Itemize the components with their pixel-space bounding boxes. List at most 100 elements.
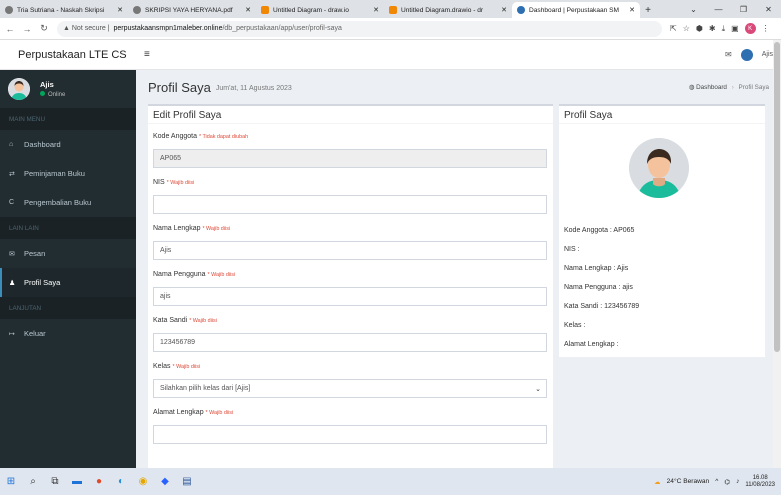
forward-icon[interactable]: →	[20, 24, 34, 34]
mail-icon[interactable]: ✉	[725, 50, 732, 59]
breadcrumb-link[interactable]: Dashboard	[696, 84, 727, 91]
close-icon[interactable]: ✕	[117, 6, 123, 14]
nis-field[interactable]	[153, 195, 547, 214]
user-avatar-icon[interactable]	[740, 48, 753, 61]
address-bar-row: ← → ↻ ▲ Not secure | perpustakaansmpn1ma…	[0, 18, 781, 40]
network-icon[interactable]: ⌬	[724, 478, 730, 486]
sidebar-item-peminjaman[interactable]: ⇄ Peminjaman Buku	[0, 159, 136, 188]
user-name: Ajis	[40, 80, 54, 89]
chevron-down-icon: ⌄	[535, 385, 541, 393]
profile-line: Kode Anggota : AP065	[564, 227, 635, 234]
window-controls: ⌄ — ❐ ✕	[681, 0, 781, 18]
browser-tab[interactable]: SKRIPSI YAYA HERYANA.pdf ✕	[128, 2, 256, 18]
sidebar-item-pesan[interactable]: ✉ Pesan	[0, 239, 136, 268]
avatar	[8, 78, 30, 100]
form-group-kelas: Kelas * Wajib diisi Silahkan pilih kelas…	[153, 363, 547, 398]
sidebar-item-keluar[interactable]: ↦ Keluar	[0, 319, 136, 348]
top-navbar: ≡ ✉ Ajis	[136, 40, 781, 70]
profile-line: Alamat Lengkap :	[564, 341, 619, 348]
profile-avatar	[629, 138, 689, 198]
word-icon[interactable]: ▤	[176, 468, 198, 495]
kelas-select[interactable]: Silahkan pilih kelas dari [Ajis] ⌄	[153, 379, 547, 398]
menu-dots-icon[interactable]: ⋮	[762, 24, 770, 33]
sidebar: Perpustakaan LTE CS Ajis Online MAIN MEN…	[0, 40, 136, 468]
box-title: Profil Saya	[559, 106, 765, 124]
online-dot-icon	[40, 91, 45, 96]
envelope-icon: ✉	[9, 250, 15, 258]
clock[interactable]: 16.08 11/08/2023	[745, 475, 775, 489]
sidepanel-icon[interactable]: ▣	[731, 24, 739, 33]
page-scrollbar[interactable]	[773, 40, 781, 468]
back-icon[interactable]: ←	[3, 24, 17, 34]
tab-favicon-icon	[133, 6, 141, 14]
browser-app-icon[interactable]: ●	[88, 468, 110, 495]
browser-tab-active[interactable]: Dashboard | Perpustakaan SM ✕	[512, 2, 640, 18]
volume-icon[interactable]: ♪	[736, 478, 739, 485]
sidebar-item-profil[interactable]: ♟ Profil Saya	[0, 268, 136, 297]
browser-tab-strip: Tria Sutriana - Naskah Skripsi ✕ SKRIPSI …	[0, 0, 781, 18]
sidebar-toggle-icon[interactable]: ≡	[144, 49, 150, 60]
close-icon[interactable]: ✕	[501, 6, 507, 14]
puzzle-icon[interactable]: ✱	[709, 24, 716, 33]
return-icon: C	[9, 199, 15, 206]
share-icon[interactable]: ⇱	[670, 24, 677, 33]
profile-line: Kata Sandi : 123456789	[564, 303, 640, 310]
browser-tab[interactable]: Tria Sutriana - Naskah Skripsi ✕	[0, 2, 128, 18]
nama-lengkap-field[interactable]: Ajis	[153, 241, 547, 260]
user-panel: Ajis Online	[0, 70, 136, 108]
task-view-icon[interactable]: ⧉	[44, 468, 66, 495]
edge-icon[interactable]: ◐	[110, 468, 132, 495]
star-icon[interactable]: ☆	[683, 24, 690, 33]
close-icon[interactable]: ✕	[629, 6, 635, 14]
scrollbar-thumb[interactable]	[774, 42, 780, 352]
not-secure-label: ▲ Not secure |	[63, 25, 110, 32]
tray-chevron-icon[interactable]: ^	[715, 478, 718, 485]
sidebar-item-pengembalian[interactable]: C Pengembalian Buku	[0, 188, 136, 217]
app-icon[interactable]: ◆	[154, 468, 176, 495]
browser-tab[interactable]: Untitled Diagram.drawio - dr ✕	[384, 2, 512, 18]
search-icon[interactable]: ⌕	[22, 468, 44, 495]
field-label: Nama Lengkap * Wajib diisi	[153, 225, 231, 232]
widgets-icon[interactable]: ▬	[66, 468, 88, 495]
close-icon[interactable]: ✕	[373, 6, 379, 14]
close-window-button[interactable]: ✕	[756, 5, 781, 14]
home-icon: ⌂	[9, 141, 14, 148]
sidebar-item-dashboard[interactable]: ⌂ Dashboard	[0, 130, 136, 159]
breadcrumb-current: Profil Saya	[738, 83, 769, 91]
download-icon[interactable]: ⤓	[722, 24, 726, 34]
app-logo[interactable]: Perpustakaan LTE CS	[0, 40, 136, 70]
url-path: /db_perpustakaan/app/user/profil-saya	[222, 25, 342, 32]
weather-icon: ☁	[654, 478, 661, 486]
user-status: Online	[40, 91, 65, 98]
form-group-nama: Nama Lengkap * Wajib diisi Ajis	[153, 225, 547, 260]
url-field[interactable]: ▲ Not secure | perpustakaansmpn1maleber.…	[57, 20, 662, 37]
breadcrumb-separator: ›	[731, 83, 734, 91]
menu-header-lain: LAIN LAIN	[0, 217, 136, 239]
form-group-sandi: Kata Sandi * Wajib diisi 123456789	[153, 317, 547, 352]
chevron-down-icon[interactable]: ⌄	[681, 5, 706, 14]
chrome-icon[interactable]: ◉	[132, 468, 154, 495]
reload-icon[interactable]: ↻	[37, 23, 51, 34]
page-title: Profil Saya	[148, 79, 211, 95]
form-group-pengguna: Nama Pengguna * Wajib diisi ajis	[153, 271, 547, 306]
weather-text[interactable]: 24°C Berawan	[667, 478, 710, 485]
tab-favicon-icon	[389, 6, 397, 14]
shield-icon[interactable]: ⬢	[696, 24, 703, 33]
new-tab-button[interactable]: +	[640, 2, 656, 18]
tab-favicon-icon	[517, 6, 525, 14]
close-icon[interactable]: ✕	[245, 6, 251, 14]
windows-start-icon[interactable]: ⊞	[0, 468, 22, 495]
edit-profile-box: Edit Profil Saya Kode Anggota * Tidak da…	[148, 104, 553, 468]
kata-sandi-field[interactable]: 123456789	[153, 333, 547, 352]
browser-tab[interactable]: Untitled Diagram - draw.io ✕	[256, 2, 384, 18]
form-group-alamat: Alamat Lengkap * Wajib diisi	[153, 409, 547, 444]
topbar-user-name[interactable]: Ajis	[762, 51, 773, 58]
field-label: Nama Pengguna * Wajib diisi	[153, 271, 236, 278]
profile-avatar-icon[interactable]: K	[744, 23, 756, 34]
alamat-field[interactable]	[153, 425, 547, 444]
nama-pengguna-field[interactable]: ajis	[153, 287, 547, 306]
minimize-button[interactable]: —	[706, 5, 731, 14]
restore-button[interactable]: ❐	[731, 5, 756, 14]
tab-favicon-icon	[5, 6, 13, 14]
tab-favicon-icon	[261, 6, 269, 14]
